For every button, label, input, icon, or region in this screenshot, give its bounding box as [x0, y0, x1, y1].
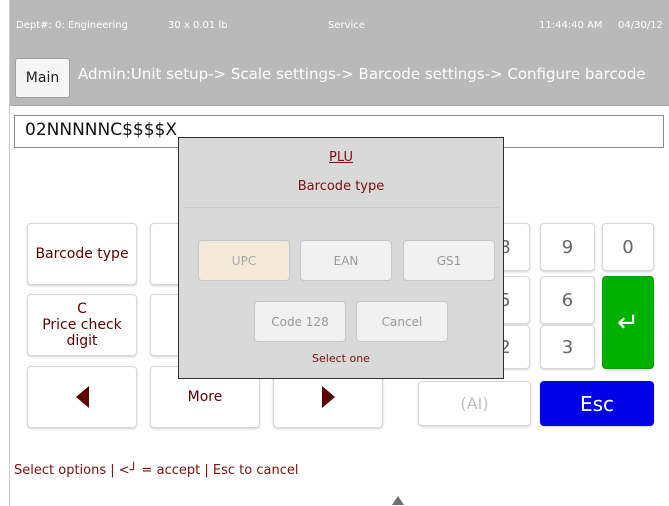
- digit-3-label: 3: [561, 336, 574, 358]
- code-128-option-label: Code 128: [271, 314, 329, 329]
- dialog-subtitle: Barcode type: [297, 179, 385, 194]
- date-status: 04/30/12: [618, 20, 663, 31]
- more-key-label: More: [187, 389, 223, 405]
- gs1-option-label: GS1: [436, 253, 462, 268]
- upc-option-label: UPC: [231, 253, 257, 268]
- ean-option-button[interactable]: EAN: [300, 240, 392, 281]
- main-button[interactable]: Main: [15, 58, 70, 98]
- digit-6-key[interactable]: 6: [540, 276, 595, 324]
- dialog-title: PLU: [329, 150, 353, 165]
- mode-status: Service: [328, 20, 365, 31]
- price-check-digit-key[interactable]: C Price check digit: [27, 294, 137, 356]
- enter-key[interactable]: ↵: [602, 276, 654, 369]
- cancel-button-label: Cancel: [381, 314, 423, 329]
- left-arrow-icon: [75, 386, 89, 408]
- ai-key[interactable]: (AI): [418, 381, 531, 426]
- price-check-key-label: Price check digit: [42, 316, 122, 349]
- right-arrow-icon: [321, 386, 335, 408]
- digit-0-label: 0: [622, 236, 634, 258]
- scale-status: 30 x 0.01 lb: [168, 20, 228, 31]
- upc-option-button[interactable]: UPC: [198, 240, 290, 281]
- digit-6-label: 6: [561, 289, 574, 311]
- digit-0-key[interactable]: 0: [602, 223, 654, 271]
- price-check-key-code: C: [77, 300, 87, 317]
- cancel-button[interactable]: Cancel: [356, 301, 448, 342]
- barcode-type-dialog: PLU Barcode type UPC EAN GS1 Code 128 Ca…: [178, 137, 504, 379]
- header-bar: [10, 0, 669, 106]
- help-text: Select options | <┘ = accept | Esc to ca…: [14, 463, 299, 478]
- ean-option-label: EAN: [333, 253, 359, 268]
- dialog-footer: Select one: [312, 352, 370, 365]
- dept-status: Dept#: 0: Engineering: [16, 20, 128, 31]
- barcode-type-key-label: Barcode type: [35, 246, 129, 262]
- dialog-divider: [183, 207, 499, 208]
- left-arrow-key[interactable]: [27, 366, 137, 428]
- mouse-pointer-icon: [392, 496, 404, 505]
- barcode-type-key[interactable]: Barcode type: [27, 223, 137, 285]
- code-128-option-button[interactable]: Code 128: [254, 301, 346, 342]
- ai-key-label: (AI): [460, 394, 489, 413]
- esc-key-label: Esc: [579, 391, 615, 416]
- digit-9-key[interactable]: 9: [540, 223, 595, 271]
- digit-3-key[interactable]: 3: [540, 325, 595, 369]
- time-status: 11:44:40 AM: [539, 20, 603, 31]
- breadcrumb: Admin:Unit setup-> Scale settings-> Barc…: [78, 65, 646, 83]
- digit-9-label: 9: [561, 236, 574, 258]
- enter-icon: ↵: [617, 307, 639, 338]
- esc-key[interactable]: Esc: [540, 381, 654, 426]
- gs1-option-button[interactable]: GS1: [403, 240, 495, 281]
